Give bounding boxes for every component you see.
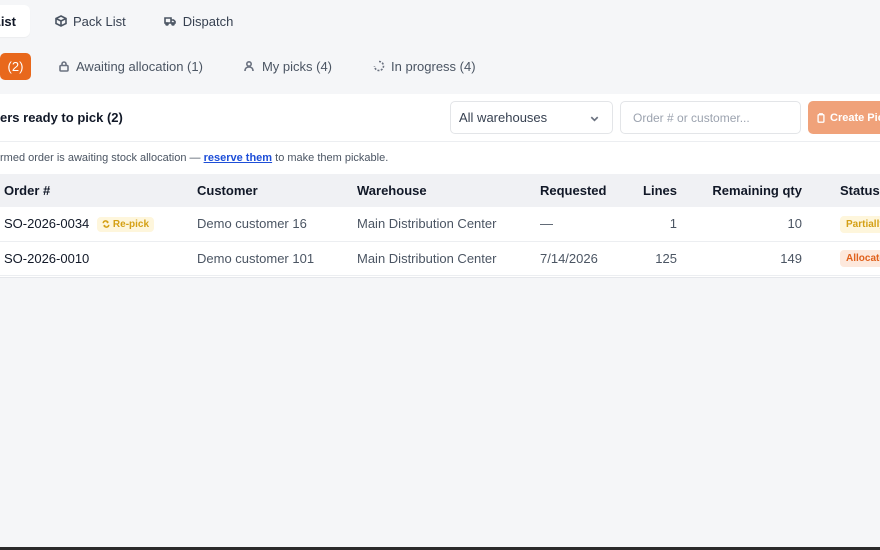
spinner-icon bbox=[372, 60, 385, 73]
warehouse-select[interactable]: All warehouses bbox=[450, 101, 613, 134]
remaining-qty-cell: 10 bbox=[677, 207, 802, 242]
clipboard-icon bbox=[817, 112, 825, 123]
tab-pack-list-label: Pack List bbox=[73, 13, 126, 29]
panel-title: ers ready to pick (2) bbox=[0, 110, 123, 125]
table-row[interactable]: SO-2026-0010 Demo customer 101 Main Dist… bbox=[0, 241, 880, 276]
tab-dispatch-label: Dispatch bbox=[182, 13, 234, 29]
repeat-icon bbox=[102, 220, 110, 229]
lines-cell: 1 bbox=[640, 207, 677, 242]
top-tab-bar: List Pack List Dispatch bbox=[0, 0, 880, 42]
requested-cell: 7/14/2026 bbox=[540, 241, 640, 276]
order-cell: SO-2026-0034 Re-pick bbox=[0, 207, 197, 242]
col-customer[interactable]: Customer bbox=[197, 174, 357, 207]
lines-cell: 125 bbox=[640, 241, 677, 276]
reserve-them-link[interactable]: reserve them bbox=[204, 152, 273, 164]
col-requested[interactable]: Requested bbox=[540, 174, 640, 207]
truck-icon bbox=[164, 15, 177, 28]
panel-header: ers ready to pick (2) All warehouses Cre… bbox=[0, 94, 880, 142]
col-warehouse[interactable]: Warehouse bbox=[357, 174, 540, 207]
warehouse-select-value: All warehouses bbox=[459, 110, 548, 125]
warehouse-cell: Main Distribution Center bbox=[357, 241, 540, 276]
status-cell: Allocate bbox=[802, 241, 880, 276]
create-pick-button[interactable]: Create Pic bbox=[808, 101, 880, 134]
order-number: SO-2026-0034 bbox=[4, 215, 90, 231]
table-row[interactable]: SO-2026-0034 Re-pick Demo customer 16 Ma… bbox=[0, 207, 880, 242]
col-status[interactable]: Status bbox=[802, 174, 880, 207]
search-input[interactable] bbox=[620, 101, 801, 134]
lock-icon bbox=[57, 60, 70, 73]
user-icon bbox=[243, 60, 256, 73]
tab-list[interactable]: List bbox=[0, 5, 30, 37]
sub-tab-ready-label: (2) bbox=[7, 58, 24, 74]
allocation-notice: rmed order is awaiting stock allocation … bbox=[0, 152, 388, 164]
tab-pack-list[interactable]: Pack List bbox=[40, 5, 140, 37]
sub-tab-my-picks[interactable]: My picks (4) bbox=[243, 53, 332, 80]
col-remaining-qty[interactable]: Remaining qty bbox=[677, 174, 802, 207]
warehouse-cell: Main Distribution Center bbox=[357, 207, 540, 242]
status-badge: Partially bbox=[840, 215, 880, 233]
orders-table: Order # Customer Warehouse Requested Lin… bbox=[0, 174, 880, 276]
order-number: SO-2026-0010 bbox=[4, 250, 90, 266]
status-cell: Partially bbox=[802, 207, 880, 242]
orders-panel: ers ready to pick (2) All warehouses Cre… bbox=[0, 94, 880, 278]
tab-dispatch[interactable]: Dispatch bbox=[150, 5, 248, 37]
sub-tab-awaiting-allocation[interactable]: Awaiting allocation (1) bbox=[57, 53, 203, 80]
table-header-row: Order # Customer Warehouse Requested Lin… bbox=[0, 174, 880, 207]
sub-tab-ready[interactable]: (2) bbox=[0, 52, 31, 80]
repick-badge-label: Re-pick bbox=[112, 218, 150, 230]
sub-tab-awaiting-label: Awaiting allocation (1) bbox=[76, 58, 203, 74]
customer-cell: Demo customer 101 bbox=[197, 241, 357, 276]
sub-tab-in-progress-label: In progress (4) bbox=[391, 58, 476, 74]
order-cell: SO-2026-0010 bbox=[0, 241, 197, 276]
requested-cell: — bbox=[540, 207, 640, 242]
sub-tab-bar: (2) Awaiting allocation (1) My picks (4)… bbox=[0, 50, 880, 82]
sub-tab-in-progress[interactable]: In progress (4) bbox=[372, 53, 476, 80]
box-icon bbox=[54, 15, 67, 28]
col-lines[interactable]: Lines bbox=[640, 174, 677, 207]
sub-tab-my-picks-label: My picks (4) bbox=[261, 58, 333, 74]
create-pick-label: Create Pic bbox=[830, 111, 880, 124]
repick-badge: Re-pick bbox=[96, 216, 155, 232]
notice-prefix: rmed order is awaiting stock allocation … bbox=[0, 152, 204, 164]
notice-suffix: to make them pickable. bbox=[272, 152, 389, 164]
tab-list-label: List bbox=[0, 13, 16, 29]
col-order[interactable]: Order # bbox=[0, 174, 197, 207]
customer-cell: Demo customer 16 bbox=[197, 207, 357, 242]
chevron-down-icon bbox=[589, 112, 600, 127]
status-badge: Allocate bbox=[840, 250, 880, 267]
remaining-qty-cell: 149 bbox=[677, 241, 802, 276]
